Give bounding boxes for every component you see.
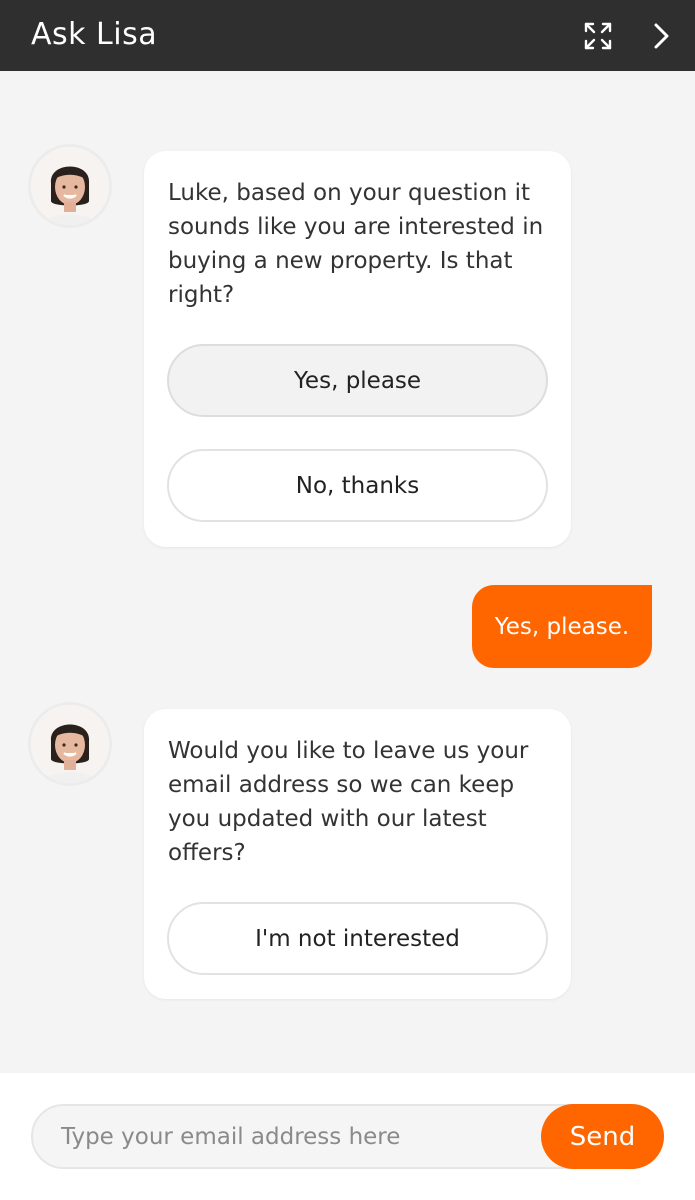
- option-no-thanks-button[interactable]: No, thanks: [167, 449, 548, 522]
- chat-widget: Ask Lisa Luke, based on your question it…: [0, 0, 695, 1200]
- send-button[interactable]: Send: [541, 1104, 664, 1169]
- bot-message-text: Luke, based on your question it sounds l…: [168, 180, 544, 308]
- option-yes-please-button[interactable]: Yes, please: [167, 344, 548, 417]
- option-not-interested-button[interactable]: I'm not interested: [167, 902, 548, 975]
- chat-thread[interactable]: Luke, based on your question it sounds l…: [0, 71, 695, 1073]
- expand-button[interactable]: [580, 18, 616, 54]
- user-message: Yes, please.: [472, 585, 652, 668]
- bot-message-text: Would you like to leave us your email ad…: [168, 738, 529, 866]
- agent-avatar-icon: [31, 147, 109, 225]
- chevron-right-icon: [654, 23, 669, 49]
- chat-header: Ask Lisa: [0, 0, 695, 71]
- chat-title: Ask Lisa: [31, 17, 158, 52]
- bot-avatar: [28, 702, 112, 786]
- composer: Send: [0, 1073, 695, 1200]
- expand-arrows-icon: [584, 22, 612, 50]
- bot-message: Luke, based on your question it sounds l…: [144, 151, 571, 547]
- next-button[interactable]: [648, 18, 676, 54]
- agent-avatar-icon: [31, 705, 109, 783]
- bot-message: Would you like to leave us your email ad…: [144, 709, 571, 999]
- bot-avatar: [28, 144, 112, 228]
- email-input[interactable]: [61, 1116, 531, 1158]
